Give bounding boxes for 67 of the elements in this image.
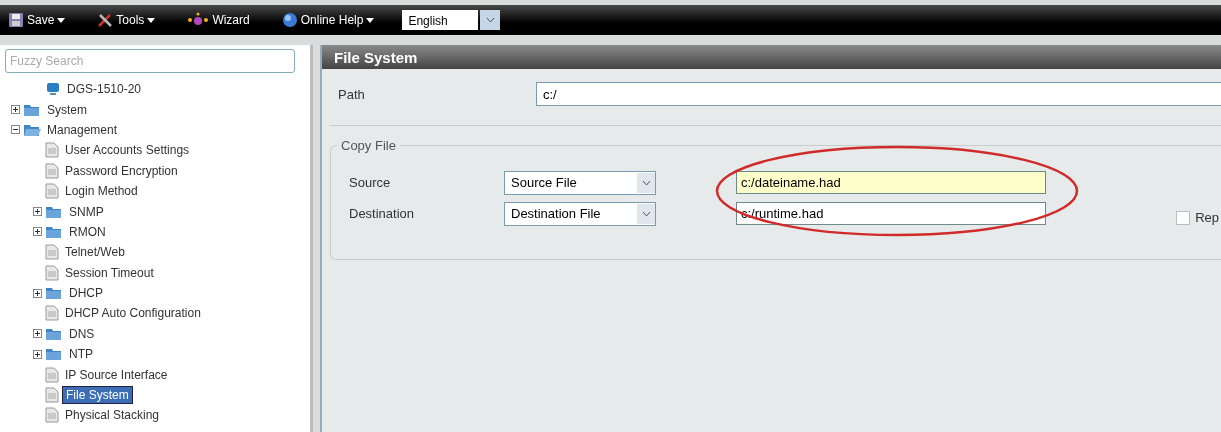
tree-item[interactable]: DGS-1510-20	[64, 81, 145, 98]
group-legend: Copy File	[337, 138, 400, 153]
tree-item[interactable]: RMON	[66, 223, 109, 240]
chevron-icon	[641, 210, 651, 217]
globe-icon	[281, 12, 298, 28]
tree-item[interactable]: DNS	[66, 325, 98, 342]
field-label: Source	[348, 175, 392, 190]
document-icon	[45, 162, 59, 179]
checkbox-label: Rep	[1195, 210, 1220, 225]
tree-item[interactable]: Password Encryption	[62, 162, 181, 179]
field-label: Destination	[348, 206, 416, 221]
folder-icon	[45, 204, 63, 219]
chevron-icon	[485, 17, 495, 23]
file-path-field[interactable]: c:/dateiname.had	[736, 171, 1046, 194]
toolbar-button[interactable]: Wizard	[183, 12, 254, 28]
expander-icon[interactable]	[33, 288, 42, 298]
tree-item[interactable]: User Accounts Settings	[62, 142, 193, 159]
tools-icon	[97, 12, 114, 28]
caret-icon	[366, 17, 375, 23]
panel-title: File System	[334, 48, 418, 66]
tree-item[interactable]: DHCP Auto Configuration	[62, 305, 204, 322]
expander-icon[interactable]	[33, 227, 42, 237]
tree-item[interactable]: DHCP	[66, 285, 106, 302]
checkbox[interactable]	[1176, 210, 1191, 225]
tree-item[interactable]: Telnet/Web	[62, 244, 128, 261]
tree-item[interactable]: Management	[44, 121, 121, 138]
document-icon	[45, 142, 59, 159]
expander-icon[interactable]	[11, 125, 20, 135]
toolbar-button[interactable]: Tools	[93, 12, 160, 28]
folder-icon	[45, 286, 63, 301]
document-icon	[45, 305, 59, 322]
folder-icon	[45, 347, 63, 362]
folder-icon	[23, 102, 41, 117]
file-path-field[interactable]: c:/runtime.had	[736, 202, 1046, 225]
chevron-icon	[641, 179, 651, 186]
file-type-select[interactable]: Source File	[504, 170, 656, 195]
document-icon	[45, 366, 59, 383]
file-type-select[interactable]: Destination File	[504, 201, 656, 226]
path-field[interactable]: c:/	[536, 82, 1221, 106]
tree-item[interactable]: Login Method	[62, 183, 141, 200]
tree-item[interactable]: Physical Stacking	[62, 407, 163, 424]
expander-icon[interactable]	[33, 207, 42, 217]
path-label: Path	[337, 86, 366, 102]
tree-item[interactable]: SNMP	[66, 203, 107, 220]
document-icon	[45, 244, 59, 261]
toolbar-button[interactable]: Save	[4, 12, 70, 28]
folder-icon	[45, 326, 63, 341]
tree-item[interactable]: IP Source Interface	[62, 366, 171, 383]
document-icon	[45, 264, 59, 281]
expander-icon[interactable]	[33, 349, 42, 359]
search-field[interactable]: Fuzzy Search	[5, 49, 295, 73]
open-folder-icon	[23, 122, 41, 137]
caret-icon	[57, 17, 66, 23]
sparkle-icon	[187, 12, 210, 28]
toolbar-button[interactable]: Online Help	[277, 12, 379, 28]
folder-icon	[45, 224, 63, 239]
tree-item[interactable]: NTP	[66, 346, 96, 363]
computer-icon	[45, 82, 61, 97]
expander-icon[interactable]	[11, 105, 20, 115]
document-icon	[45, 407, 59, 424]
expander-icon[interactable]	[33, 329, 42, 339]
tree-item[interactable]: Session Timeout	[62, 264, 157, 281]
document-icon	[45, 183, 59, 200]
caret-icon	[147, 17, 156, 23]
tree-item[interactable]: System	[44, 101, 90, 118]
document-icon	[45, 387, 59, 404]
tree-item[interactable]: File System	[62, 386, 133, 405]
